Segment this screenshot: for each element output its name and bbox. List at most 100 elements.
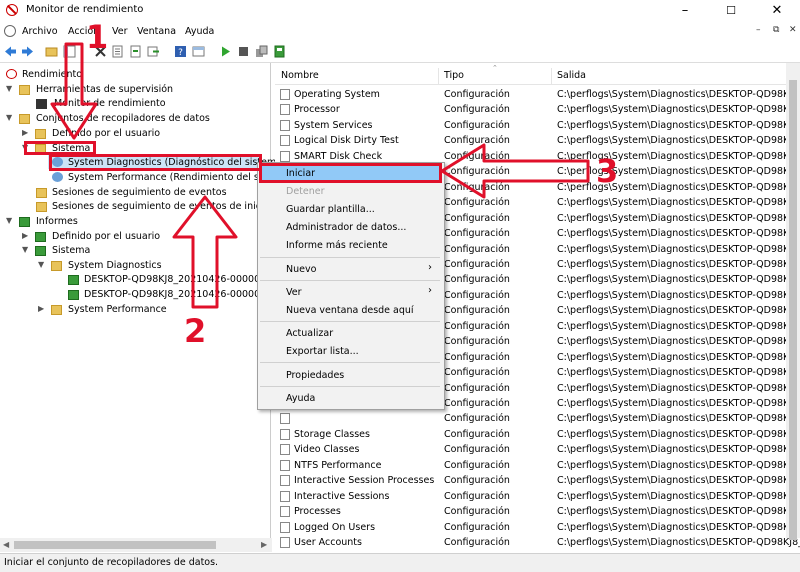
mdi-minimize-icon[interactable]: – <box>756 25 761 35</box>
annotation-box-sistema <box>24 141 96 155</box>
list-row[interactable]: Video Classes Configuración C:\perflogs\Sy… <box>279 443 800 458</box>
menu-ver[interactable]: Ver <box>112 26 128 37</box>
tree-label: System Performance (Rendimiento del sist… <box>68 172 280 183</box>
context-item-exportar-lista[interactable]: Exportar lista... <box>286 346 359 357</box>
annotation-arrow-up-icon <box>172 195 238 309</box>
row-type: Configuración <box>444 228 510 239</box>
menu-archivo[interactable]: Archivo <box>22 26 58 37</box>
list-row[interactable]: Processes Configuración C:\perflogs\System… <box>279 505 800 520</box>
report-icon <box>68 290 79 300</box>
row-name: Storage Classes <box>294 429 370 440</box>
document-icon <box>280 506 290 517</box>
start-icon[interactable] <box>219 45 232 58</box>
list-row[interactable]: Storage Classes Configuración C:\perflogs\… <box>279 428 800 443</box>
refresh-icon[interactable] <box>129 45 142 58</box>
document-icon <box>280 444 290 455</box>
context-item-ver[interactable]: Ver <box>286 287 302 298</box>
list-row[interactable]: Processor Configuración C:\perflogs\System… <box>279 103 800 118</box>
menu-ayuda[interactable]: Ayuda <box>185 26 214 37</box>
scrollbar-thumb[interactable] <box>789 80 797 540</box>
context-item-propiedades[interactable]: Propiedades <box>286 370 344 381</box>
chevron-right-icon[interactable]: ▶ <box>22 231 28 240</box>
performance-icon <box>6 69 17 79</box>
document-icon <box>280 522 290 533</box>
document-icon <box>280 120 290 131</box>
column-divider[interactable] <box>438 68 439 84</box>
help-icon[interactable]: ? <box>174 45 187 58</box>
menu-ventana[interactable]: Ventana <box>137 26 176 37</box>
chevron-right-icon[interactable]: ▶ <box>38 304 44 313</box>
folder-icon <box>35 129 46 139</box>
chevron-right-icon[interactable]: ▶ <box>22 128 28 137</box>
row-type: Configuración <box>444 383 510 394</box>
report-icon <box>68 275 79 285</box>
close-icon[interactable]: ✕ <box>754 0 800 22</box>
column-divider[interactable] <box>551 68 552 84</box>
forward-icon[interactable] <box>21 45 34 58</box>
report-icon <box>35 246 46 256</box>
scrollbar-thumb[interactable] <box>14 541 216 549</box>
chevron-down-icon[interactable]: ▼ <box>6 84 12 93</box>
row-type: Configuración <box>444 104 510 115</box>
chevron-down-icon[interactable]: ▼ <box>6 113 12 122</box>
submenu-arrow-icon: › <box>428 262 432 273</box>
document-icon <box>280 151 290 162</box>
row-output: C:\perflogs\System\Diagnostics\DESKTOP-Q… <box>557 89 800 100</box>
context-item-administrador-datos[interactable]: Administrador de datos... <box>286 222 406 233</box>
sort-ascending-icon: ⌃ <box>492 64 498 72</box>
list-row[interactable]: User Accounts Configuración C:\perflogs\Sy… <box>279 536 800 551</box>
list-row[interactable]: System Services Configuración C:\perflogs\… <box>279 119 800 134</box>
context-item-nuevo[interactable]: Nuevo <box>286 264 316 275</box>
mdi-restore-icon[interactable]: ⧉ <box>773 25 779 35</box>
context-item-guardar-plantilla[interactable]: Guardar plantilla... <box>286 204 375 215</box>
list-row[interactable]: Operating System Configuración C:\perflogs… <box>279 88 800 103</box>
properties-icon[interactable] <box>111 45 124 58</box>
list-row[interactable]: Logged On Users Configuración C:\perflogs\… <box>279 521 800 536</box>
context-item-ayuda[interactable]: Ayuda <box>286 393 315 404</box>
list-row[interactable]: Configuración C:\perflogs\System\Diagnost… <box>279 412 800 427</box>
minimize-icon[interactable]: – <box>662 0 708 22</box>
column-header-tipo[interactable]: Tipo <box>444 70 464 81</box>
row-type: Configuración <box>444 244 510 255</box>
row-output: C:\perflogs\System\Diagnostics\DESKTOP-Q… <box>557 398 800 409</box>
list-row[interactable]: Interactive Sessions Configuración C:\perf… <box>279 490 800 505</box>
view-icon[interactable] <box>192 45 205 58</box>
row-type: Configuración <box>444 336 510 347</box>
row-type: Configuración <box>444 398 510 409</box>
annotation-arrow-left-icon <box>440 143 590 199</box>
scroll-right-icon[interactable]: ▶ <box>261 540 267 549</box>
back-icon[interactable] <box>4 45 17 58</box>
row-output: C:\perflogs\System\Diagnostics\DESKTOP-Q… <box>557 274 800 285</box>
report-icon <box>35 232 46 242</box>
document-icon <box>280 413 290 424</box>
chevron-down-icon[interactable]: ▼ <box>6 216 12 225</box>
list-row[interactable]: NTFS Performance Configuración C:\perflogs… <box>279 459 800 474</box>
column-header-salida[interactable]: Salida <box>557 70 586 81</box>
folder-icon <box>19 85 30 95</box>
row-output: C:\perflogs\System\Diagnostics\DESKTOP-Q… <box>557 336 800 347</box>
row-name: Video Classes <box>294 444 360 455</box>
document-icon[interactable] <box>4 25 16 37</box>
row-type: Configuración <box>444 413 510 424</box>
stop-icon[interactable] <box>237 45 250 58</box>
row-output: C:\perflogs\System\Diagnostics\DESKTOP-Q… <box>557 413 800 424</box>
context-item-nueva-ventana[interactable]: Nueva ventana desde aquí <box>286 305 414 316</box>
list-row[interactable]: Interactive Session Processes Configuraci… <box>279 474 800 489</box>
maximize-icon[interactable]: ☐ <box>708 0 754 22</box>
data-manager-icon[interactable] <box>255 45 268 58</box>
row-type: Configuración <box>444 460 510 471</box>
row-name: Processes <box>294 506 341 517</box>
chevron-down-icon[interactable]: ▼ <box>22 245 28 254</box>
context-item-actualizar[interactable]: Actualizar <box>286 328 333 339</box>
mdi-close-icon[interactable]: ✕ <box>789 25 797 35</box>
chevron-down-icon[interactable]: ▼ <box>38 260 44 269</box>
row-output: C:\perflogs\System\Diagnostics\DESKTOP-Q… <box>557 197 800 208</box>
scroll-left-icon[interactable]: ◀ <box>3 540 9 549</box>
context-item-informe-reciente[interactable]: Informe más reciente <box>286 240 388 251</box>
row-name: Interactive Session Processes <box>294 475 435 486</box>
document-icon <box>280 89 290 100</box>
svg-text:?: ? <box>178 48 183 58</box>
latest-report-icon[interactable] <box>273 45 286 58</box>
export-icon[interactable] <box>147 45 160 58</box>
column-header-nombre[interactable]: Nombre <box>281 70 319 81</box>
